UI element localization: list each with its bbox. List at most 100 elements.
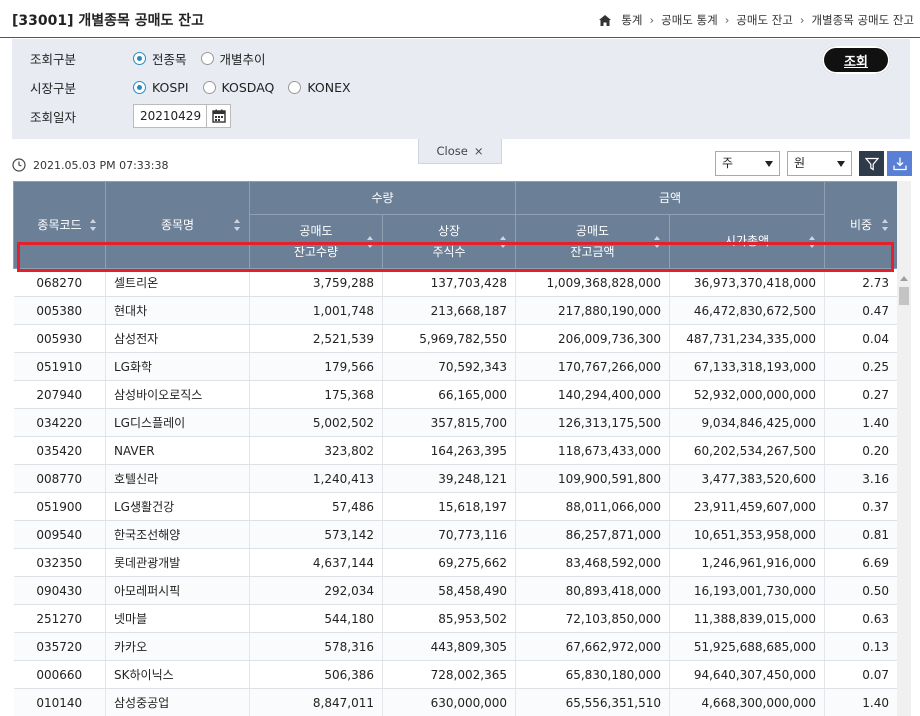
- cell-name: 카카오: [105, 632, 250, 661]
- radio-konex[interactable]: KONEX: [288, 80, 351, 95]
- cell-short-amount: 217,880,190,000: [515, 296, 670, 325]
- table-row[interactable]: 207940 삼성바이오로직스 175,368 66,165,000 140,294,4…: [13, 380, 897, 409]
- radio-all-stocks[interactable]: 전종목: [133, 49, 187, 68]
- cell-short-qty: 1,240,413: [249, 464, 383, 493]
- cell-short-qty: 323,802: [249, 436, 383, 465]
- sort-icon[interactable]: [367, 235, 374, 248]
- sort-icon[interactable]: [500, 235, 507, 248]
- table-body: 068270 셀트리온 3,759,288 137,703,428 1,009,368,…: [13, 268, 897, 716]
- cell-name: 한국조선해양: [105, 520, 250, 549]
- table-row[interactable]: 251270 넷마블 544,180 85,953,502 72,103,850,000…: [13, 604, 897, 633]
- cell-market-cap: 46,472,830,672,500: [669, 296, 825, 325]
- table-row[interactable]: 000660 SK하이닉스 506,386 728,002,365 65,830,180…: [13, 660, 897, 689]
- market-row: 시장구분 KOSPI KOSDAQ KONEX: [30, 78, 365, 97]
- breadcrumb: 통계 › 공매도 통계 › 공매도 잔고 › 개별종목 공매도 잔고: [599, 12, 914, 28]
- cell-name: 넷마블: [105, 604, 250, 633]
- table-row[interactable]: 051900 LG생활건강 57,486 15,618,197 88,011,066,0…: [13, 492, 897, 521]
- cell-listed-shares: 137,703,428: [382, 268, 516, 297]
- table-row[interactable]: 051910 LG화학 179,566 70,592,343 170,767,266,0…: [13, 352, 897, 381]
- table-row[interactable]: 010140 삼성중공업 8,847,011 630,000,000 65,556,35…: [13, 688, 897, 716]
- table-row[interactable]: 009540 한국조선해양 573,142 70,773,116 86,257,871,…: [13, 520, 897, 549]
- download-button[interactable]: [887, 151, 912, 176]
- cell-code: 034220: [13, 408, 106, 437]
- sort-icon[interactable]: [809, 235, 816, 248]
- radio-label: 전종목: [152, 52, 187, 67]
- cell-ratio: 0.63: [824, 604, 897, 633]
- cell-code: 051910: [13, 352, 106, 381]
- search-button[interactable]: 조회: [822, 46, 890, 74]
- radio-checked-icon: [133, 52, 146, 65]
- breadcrumb-item[interactable]: 공매도 잔고: [736, 12, 793, 28]
- radio-label: KOSPI: [152, 80, 189, 95]
- filter-icon: [864, 157, 879, 171]
- breadcrumb-item[interactable]: 공매도 통계: [661, 12, 718, 28]
- sort-icon[interactable]: [234, 219, 241, 231]
- radio-kospi[interactable]: KOSPI: [133, 80, 189, 95]
- home-icon[interactable]: [599, 14, 612, 26]
- table-row[interactable]: 005930 삼성전자 2,521,539 5,969,782,550 206,009,…: [13, 324, 897, 353]
- cell-listed-shares: 728,002,365: [382, 660, 516, 689]
- clock-icon: [12, 158, 26, 172]
- cell-ratio: 0.07: [824, 660, 897, 689]
- query-type-label: 조회구분: [30, 52, 77, 67]
- timestamp: 2021.05.03 PM 07:33:38: [12, 158, 169, 172]
- table-row[interactable]: 008770 호텔신라 1,240,413 39,248,121 109,900,591…: [13, 464, 897, 493]
- header-short-qty[interactable]: 공매도 잔고수량: [249, 214, 383, 269]
- date-input[interactable]: 20210429: [133, 104, 207, 128]
- table-row[interactable]: 032350 롯데관광개발 4,637,144 69,275,662 83,468,59…: [13, 548, 897, 577]
- cell-short-qty: 544,180: [249, 604, 383, 633]
- table-row[interactable]: 035720 카카오 578,316 443,809,305 67,662,972,00…: [13, 632, 897, 661]
- cell-short-qty: 4,637,144: [249, 548, 383, 577]
- cell-name: 아모레퍼시픽: [105, 576, 250, 605]
- breadcrumb-item[interactable]: 통계: [621, 12, 642, 28]
- cell-code: 251270: [13, 604, 106, 633]
- cell-code: 068270: [13, 268, 106, 297]
- cell-listed-shares: 5,969,782,550: [382, 324, 516, 353]
- search-panel: 조회구분 전종목 개별추이 시장구분 KOSPI KOSDAQ KONEX 조회…: [12, 39, 910, 139]
- header-ratio[interactable]: 비중: [824, 181, 897, 269]
- cell-listed-shares: 70,773,116: [382, 520, 516, 549]
- cell-name: 현대차: [105, 296, 250, 325]
- cell-ratio: 0.50: [824, 576, 897, 605]
- cell-listed-shares: 66,165,000: [382, 380, 516, 409]
- timestamp-text: 2021.05.03 PM 07:33:38: [33, 158, 169, 172]
- header-market-cap[interactable]: 시가총액: [669, 214, 825, 269]
- table-row[interactable]: 005380 현대차 1,001,748 213,668,187 217,880,190…: [13, 296, 897, 325]
- table-row[interactable]: 068270 셀트리온 3,759,288 137,703,428 1,009,368,…: [13, 268, 897, 297]
- cell-market-cap: 11,388,839,015,000: [669, 604, 825, 633]
- header-label: 종목명: [160, 217, 195, 232]
- radio-individual-trend[interactable]: 개별추이: [200, 49, 266, 68]
- header-name[interactable]: 종목명: [105, 181, 250, 269]
- calendar-button[interactable]: [207, 104, 231, 128]
- cell-ratio: 0.20: [824, 436, 897, 465]
- chevron-right-icon: ›: [799, 13, 805, 27]
- cell-code: 032350: [13, 548, 106, 577]
- sort-icon[interactable]: [90, 219, 97, 231]
- share-unit-select[interactable]: 주: [715, 151, 780, 176]
- header-label: 상장 주식수: [432, 223, 466, 259]
- cell-market-cap: 4,668,300,000,000: [669, 688, 825, 716]
- cell-short-qty: 292,034: [249, 576, 383, 605]
- cell-short-qty: 573,142: [249, 520, 383, 549]
- cell-short-qty: 1,001,748: [249, 296, 383, 325]
- cell-market-cap: 1,246,961,916,000: [669, 548, 825, 577]
- radio-kosdaq[interactable]: KOSDAQ: [202, 80, 274, 95]
- radio-unchecked-icon: [202, 81, 216, 94]
- sort-icon[interactable]: [654, 235, 661, 248]
- header-listed-shares[interactable]: 상장 주식수: [382, 214, 516, 269]
- scroll-up-icon[interactable]: [897, 271, 911, 285]
- cell-code: 090430: [13, 576, 106, 605]
- filter-button[interactable]: [859, 151, 884, 176]
- header-short-amount[interactable]: 공매도 잔고금액: [515, 214, 670, 269]
- table-row[interactable]: 090430 아모레퍼시픽 292,034 58,458,490 80,893,418,…: [13, 576, 897, 605]
- table-row[interactable]: 034220 LG디스플레이 5,002,502 357,815,700 126,313…: [13, 408, 897, 437]
- scrollbar[interactable]: [897, 181, 911, 716]
- header-code[interactable]: 종목코드: [13, 181, 106, 269]
- cell-ratio: 3.16: [824, 464, 897, 493]
- cell-market-cap: 3,477,383,520,600: [669, 464, 825, 493]
- table-row[interactable]: 035420 NAVER 323,802 164,263,395 118,673,433…: [13, 436, 897, 465]
- scroll-thumb[interactable]: [899, 287, 909, 305]
- sort-icon[interactable]: [882, 219, 889, 231]
- currency-unit-select[interactable]: 원: [787, 151, 852, 176]
- close-panel-button[interactable]: Close ×: [418, 139, 502, 164]
